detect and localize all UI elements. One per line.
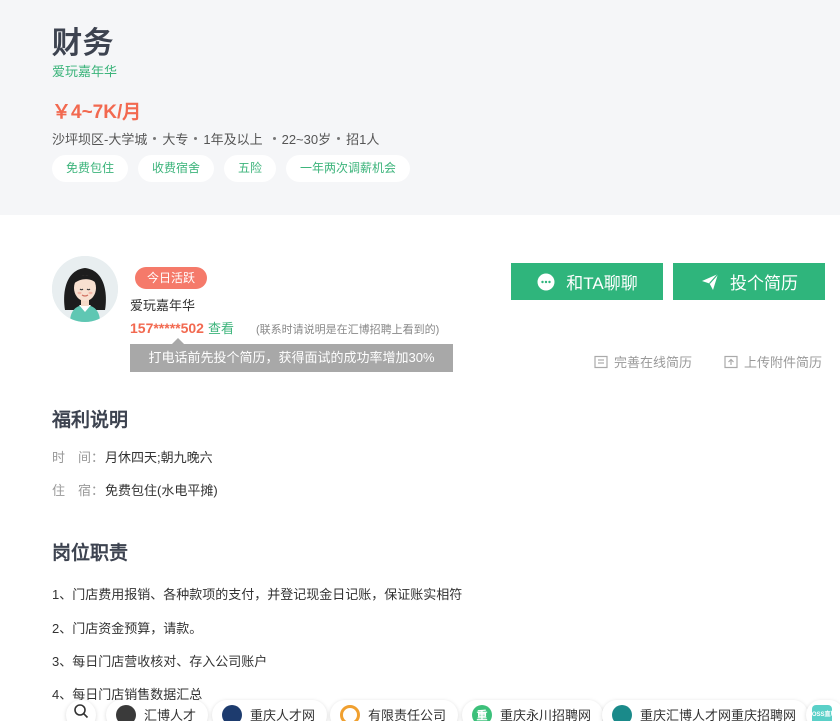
related-link-label: 重庆汇博人才网重庆招聘网 <box>640 708 797 721</box>
benefit-housing-row: 住 宿：免费包住(水电平摊) <box>52 480 218 499</box>
apply-button[interactable]: 投个简历 <box>673 263 825 300</box>
active-today-badge: 今日活跃 <box>135 267 208 289</box>
benefit-time-value: 月休四天;朝九晚六 <box>105 450 213 465</box>
duty-item: 3、每日门店营收核对、存入公司账户 <box>52 654 268 669</box>
chat-bubble-icon <box>537 273 555 290</box>
chat-button-label: 和TA聊聊 <box>566 274 638 293</box>
benefit-housing-value: 免费包住(水电平摊) <box>105 483 218 498</box>
related-link-label: 重庆人才网 <box>250 708 316 721</box>
related-link-label: 有限责任公司 <box>368 708 447 721</box>
separator-dot <box>194 137 198 140</box>
benefit-tag: 五险 <box>224 155 277 182</box>
site-logo-icon <box>116 705 136 721</box>
view-phone-link[interactable]: 查看 <box>208 318 234 337</box>
recruiter-name: 爱玩嘉年华 <box>130 298 196 313</box>
boss-logo-icon: BOSS直聘 <box>812 705 832 721</box>
related-link[interactable]: 有限责任公司 <box>330 700 459 721</box>
upload-icon <box>724 355 738 368</box>
company-link[interactable]: 爱玩嘉年华 <box>52 61 117 80</box>
apply-button-label: 投个简历 <box>730 274 798 293</box>
site-logo-icon <box>222 705 242 721</box>
paper-plane-icon <box>702 273 719 290</box>
job-age: 22~30岁 <box>281 132 332 147</box>
site-logo-icon <box>612 705 632 721</box>
related-link-label: 汇博人才 <box>144 708 197 721</box>
search-button[interactable] <box>66 700 96 721</box>
separator-dot <box>272 137 276 140</box>
benefit-tag: 一年两次调薪机会 <box>286 155 411 182</box>
job-summary-panel: 财务 爱玩嘉年华 ￥4~7K/月 沙坪坝区-大学城 大专 1年及以上 22~30… <box>0 0 840 215</box>
related-link[interactable]: BOSS直聘 <box>806 700 840 721</box>
benefit-housing-label: 住 宿： <box>52 483 105 498</box>
benefit-time-label: 时 间： <box>52 450 105 465</box>
salary: ￥4~7K/月 <box>52 102 142 123</box>
masked-phone: 157*****502 <box>130 320 204 336</box>
separator-dot <box>337 137 341 140</box>
phone-note: (联系时请说明是在汇博招聘上看到的) <box>255 324 440 336</box>
phone-row: 157*****502 查看 (联系时请说明是在汇博招聘上看到的) <box>130 318 439 337</box>
site-logo-icon <box>340 705 360 721</box>
benefit-tags: 免费包住 收费宿舍 五险 一年两次调薪机会 <box>52 155 411 182</box>
benefit-time-row: 时 间：月休四天;朝九晚六 <box>52 447 213 466</box>
separator-dot <box>153 137 157 140</box>
benefits-heading: 福利说明 <box>52 410 129 431</box>
related-links-bar: 汇博人才 重庆人才网 有限责任公司 重 重庆永川招聘网 重庆汇博人才网重庆招聘网… <box>0 700 840 721</box>
duties-heading: 岗位职责 <box>52 543 129 564</box>
recruiter-avatar <box>52 256 118 322</box>
search-icon <box>74 704 89 719</box>
job-meta: 沙坪坝区-大学城 大专 1年及以上 22~30岁 招1人 <box>52 129 379 148</box>
benefit-tag: 免费包住 <box>52 155 129 182</box>
job-headcount: 招1人 <box>346 132 380 147</box>
job-experience: 1年及以上 <box>203 132 263 147</box>
duty-item: 1、门店费用报销、各种款项的支付，并登记现金日记账，保证账实相符 <box>52 587 463 602</box>
related-link-label: 重庆永川招聘网 <box>500 708 592 721</box>
complete-online-resume-label: 完善在线简历 <box>614 355 693 370</box>
upload-resume-link[interactable]: 上传附件简历 <box>724 352 822 371</box>
complete-online-resume-link[interactable]: 完善在线简历 <box>594 352 692 371</box>
site-logo-icon: 重 <box>472 705 492 721</box>
apply-tip-tooltip: 打电话前先投个简历，获得面试的成功率增加30% <box>130 338 453 372</box>
related-link[interactable]: 重庆人才网 <box>212 700 328 721</box>
upload-resume-label: 上传附件简历 <box>744 355 823 370</box>
chat-button[interactable]: 和TA聊聊 <box>511 263 663 300</box>
resume-document-icon <box>594 355 608 368</box>
related-link[interactable]: 重庆汇博人才网重庆招聘网 <box>602 700 809 721</box>
job-education: 大专 <box>162 132 189 147</box>
duty-item: 2、门店资金预算，请款。 <box>52 621 203 636</box>
job-title: 财务 <box>52 27 114 60</box>
job-location: 沙坪坝区-大学城 <box>52 132 148 147</box>
avatar-illustration-icon <box>52 256 118 322</box>
related-link[interactable]: 重 重庆永川招聘网 <box>462 700 604 721</box>
benefit-tag: 收费宿舍 <box>138 155 215 182</box>
related-link[interactable]: 汇博人才 <box>106 700 209 721</box>
